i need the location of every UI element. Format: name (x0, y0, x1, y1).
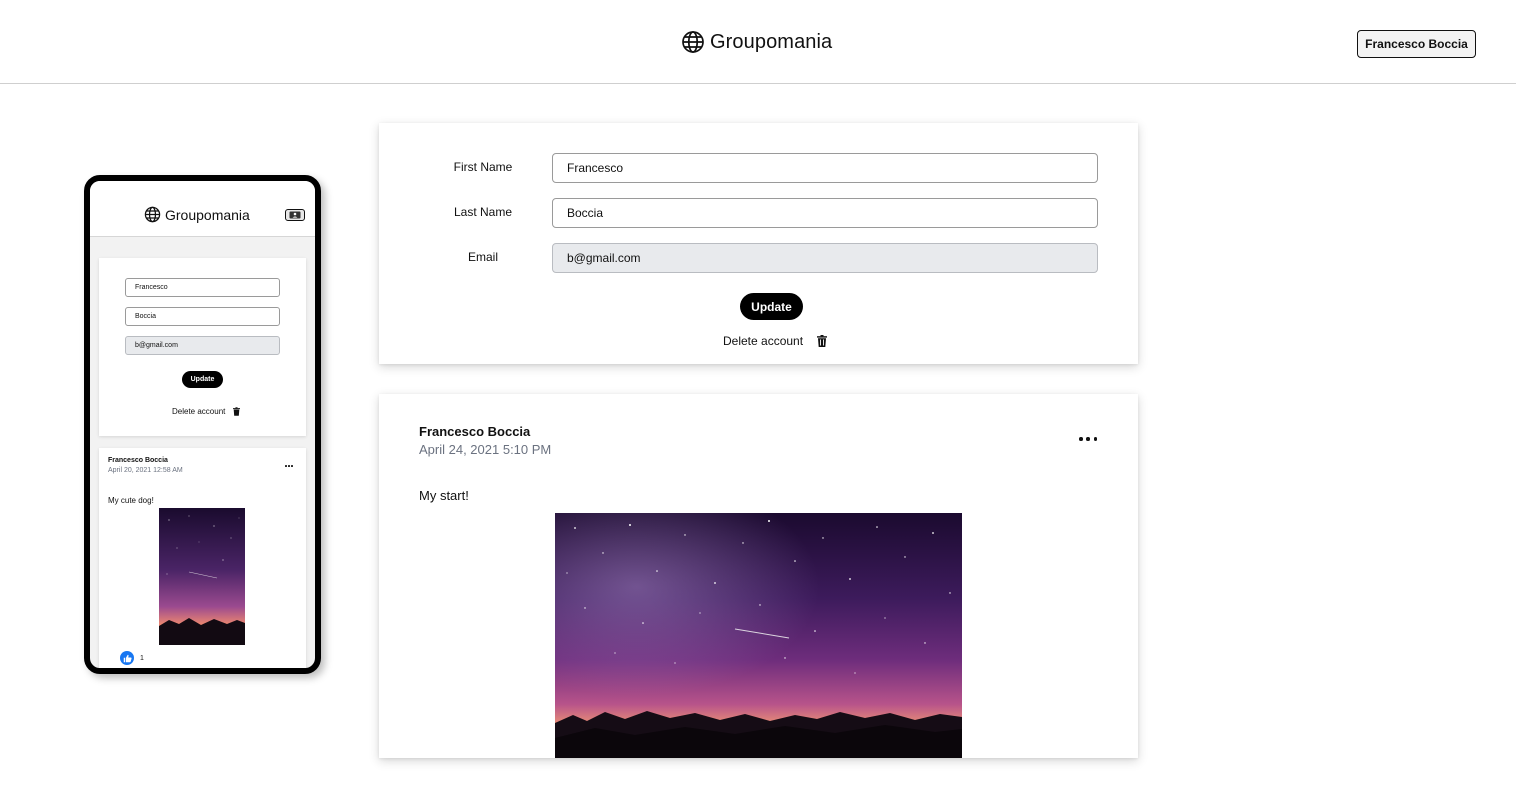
mobile-brand-logo: Groupomania (144, 206, 250, 223)
mobile-user-button (285, 209, 305, 221)
email-row: Email (379, 243, 1138, 273)
mobile-navbar: Groupomania (90, 181, 315, 237)
update-button[interactable]: Update (740, 293, 803, 320)
mobile-like-count: 1 (140, 654, 144, 662)
mobile-post-image (159, 508, 245, 645)
more-horizontal-icon[interactable] (1077, 429, 1099, 449)
thumbs-up-icon (120, 651, 134, 665)
mobile-email-field: b@gmail.com (125, 336, 280, 355)
post-card: Francesco Boccia April 24, 2021 5:10 PM … (379, 394, 1138, 758)
email-input (552, 243, 1098, 273)
profile-edit-card: First Name Last Name Email Update Delete… (379, 123, 1138, 364)
last-name-label: Last Name (453, 205, 513, 219)
mobile-preview-frame: Groupomania Francesco Boccia b@gmail.com… (84, 175, 321, 674)
mobile-last-name-field: Boccia (125, 307, 280, 326)
user-menu-button[interactable]: Francesco Boccia (1357, 30, 1476, 58)
last-name-row: Last Name (379, 198, 1138, 228)
more-horizontal-icon (285, 464, 293, 468)
top-navbar: Groupomania Francesco Boccia (0, 0, 1516, 84)
user-card-icon (289, 211, 301, 219)
mobile-post-text: My cute dog! (108, 496, 154, 505)
mobile-update-button: Update (182, 371, 223, 388)
post-image (555, 513, 962, 758)
email-label: Email (467, 250, 498, 264)
brand-logo[interactable]: Groupomania (681, 30, 832, 54)
delete-account-button[interactable]: Delete account (723, 334, 828, 348)
mobile-delete-account: Delete account (172, 407, 241, 416)
mobile-post-author: Francesco Boccia (108, 457, 168, 464)
last-name-input[interactable] (552, 198, 1098, 228)
mobile-profile-card: Francesco Boccia b@gmail.com Update Dele… (99, 258, 306, 436)
trash-icon (233, 407, 241, 416)
brand-name: Groupomania (710, 30, 833, 53)
mobile-delete-label: Delete account (172, 407, 226, 416)
post-text: My start! (419, 488, 469, 503)
post-date: April 24, 2021 5:10 PM (419, 442, 552, 457)
mobile-post-card: Francesco Boccia April 20, 2021 12:58 AM… (99, 448, 306, 668)
first-name-input[interactable] (552, 153, 1098, 183)
globe-icon (682, 31, 704, 53)
delete-account-label: Delete account (723, 334, 804, 348)
mobile-first-name-field: Francesco (125, 278, 280, 297)
mobile-post-date: April 20, 2021 12:58 AM (108, 467, 183, 474)
first-name-label: First Name (453, 160, 513, 174)
post-author[interactable]: Francesco Boccia (419, 424, 530, 439)
trash-icon[interactable] (817, 335, 828, 347)
first-name-row: First Name (379, 153, 1138, 183)
mobile-brand-name: Groupomania (165, 206, 250, 223)
globe-icon (144, 206, 161, 223)
mobile-like-indicator: 1 (120, 651, 144, 665)
